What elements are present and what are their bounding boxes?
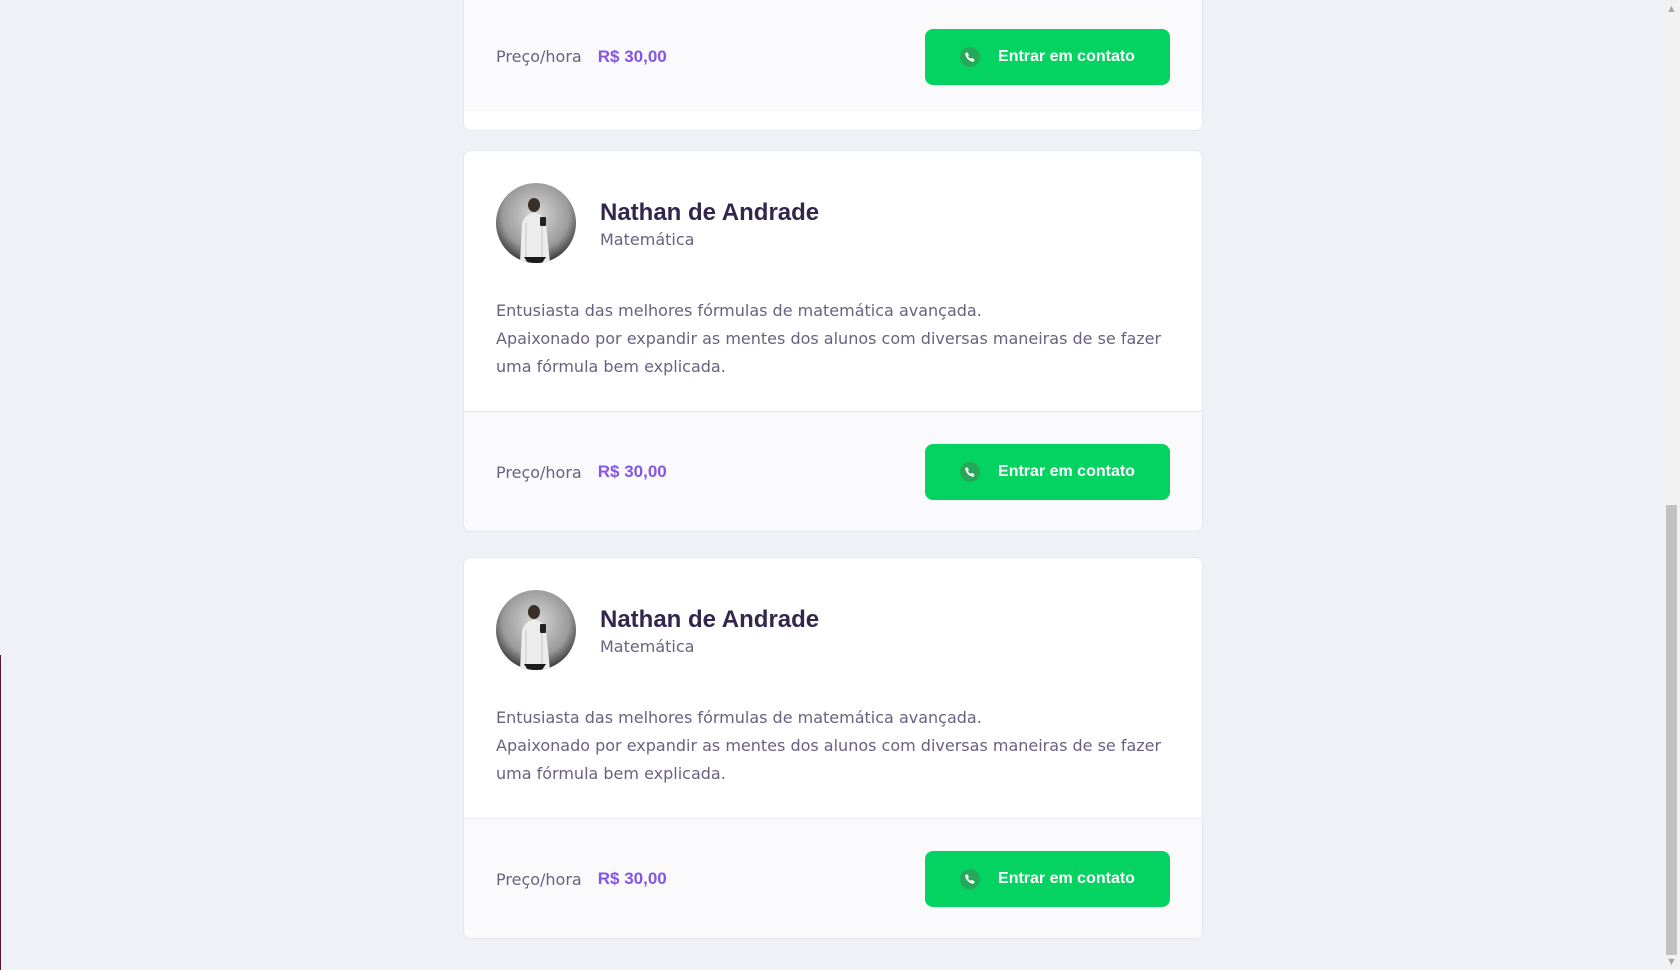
price-value: R$ 30,00 xyxy=(597,46,667,66)
teacher-card: Nathan de Andrade Matemática Entusiasta … xyxy=(463,150,1203,532)
window-edge xyxy=(0,655,1,970)
bio-line: Apaixonado por expandir as mentes dos al… xyxy=(496,736,1162,783)
whatsapp-icon xyxy=(960,462,981,482)
whatsapp-icon xyxy=(960,46,981,67)
price-label: Preço/hora xyxy=(496,869,582,889)
scroll-up-arrow-icon[interactable]: ▲ xyxy=(1663,0,1680,17)
teacher-card: Preço/hora R$ 30,00 Entrar em contato xyxy=(463,0,1203,131)
price: Preço/hora R$ 30,00 xyxy=(496,869,667,889)
scroll-down-arrow-icon[interactable]: ▼ xyxy=(1663,953,1680,970)
teacher-profile: Nathan de Andrade Matemática xyxy=(496,183,1170,263)
contact-button[interactable]: Entrar em contato xyxy=(925,851,1170,907)
bio-line: Apaixonado por expandir as mentes dos al… xyxy=(496,329,1162,376)
page: Preço/hora R$ 30,00 Entrar em contato Na… xyxy=(0,0,1680,970)
scrollbar-thumb[interactable] xyxy=(1666,505,1677,955)
card-footer: Preço/hora R$ 30,00 Entrar em contato xyxy=(464,0,1202,111)
contact-button[interactable]: Entrar em contato xyxy=(925,28,1170,85)
price: Preço/hora R$ 30,00 xyxy=(496,462,667,482)
card-footer: Preço/hora R$ 30,00 Entrar em contato xyxy=(464,818,1202,938)
contact-button[interactable]: Entrar em contato xyxy=(925,444,1170,500)
teacher-name: Nathan de Andrade xyxy=(600,198,820,226)
bio-line: Entusiasta das melhores fórmulas de mate… xyxy=(496,708,982,727)
vertical-scrollbar[interactable]: ▲ ▼ xyxy=(1663,0,1680,970)
contact-button-label: Entrar em contato xyxy=(998,47,1135,65)
price: Preço/hora R$ 30,00 xyxy=(496,47,667,67)
avatar xyxy=(496,183,576,263)
teacher-subject: Matemática xyxy=(600,229,695,249)
card-body: Nathan de Andrade Matemática Entusiasta … xyxy=(464,558,1202,818)
teacher-card: Nathan de Andrade Matemática Entusiasta … xyxy=(463,557,1203,939)
teacher-bio: Entusiasta das melhores fórmulas de mate… xyxy=(496,704,1170,788)
teacher-bio: Entusiasta das melhores fórmulas de mate… xyxy=(496,297,1170,381)
card-body: Nathan de Andrade Matemática Entusiasta … xyxy=(464,151,1202,411)
price-value: R$ 30,00 xyxy=(597,869,667,888)
card-footer: Preço/hora R$ 30,00 Entrar em contato xyxy=(464,411,1202,531)
teacher-name: Nathan de Andrade xyxy=(600,605,820,633)
price-label: Preço/hora xyxy=(496,462,582,482)
price-label: Preço/hora xyxy=(496,47,582,66)
teacher-subject: Matemática xyxy=(600,636,695,656)
contact-button-label: Entrar em contato xyxy=(998,463,1135,480)
teacher-profile: Nathan de Andrade Matemática xyxy=(496,590,1170,670)
bio-line: Entusiasta das melhores fórmulas de mate… xyxy=(496,301,982,320)
contact-button-label: Entrar em contato xyxy=(998,870,1135,887)
teacher-info: Nathan de Andrade Matemática xyxy=(600,605,819,656)
price-value: R$ 30,00 xyxy=(597,462,667,481)
teacher-info: Nathan de Andrade Matemática xyxy=(600,198,819,249)
avatar xyxy=(496,590,576,670)
whatsapp-icon xyxy=(960,869,981,889)
